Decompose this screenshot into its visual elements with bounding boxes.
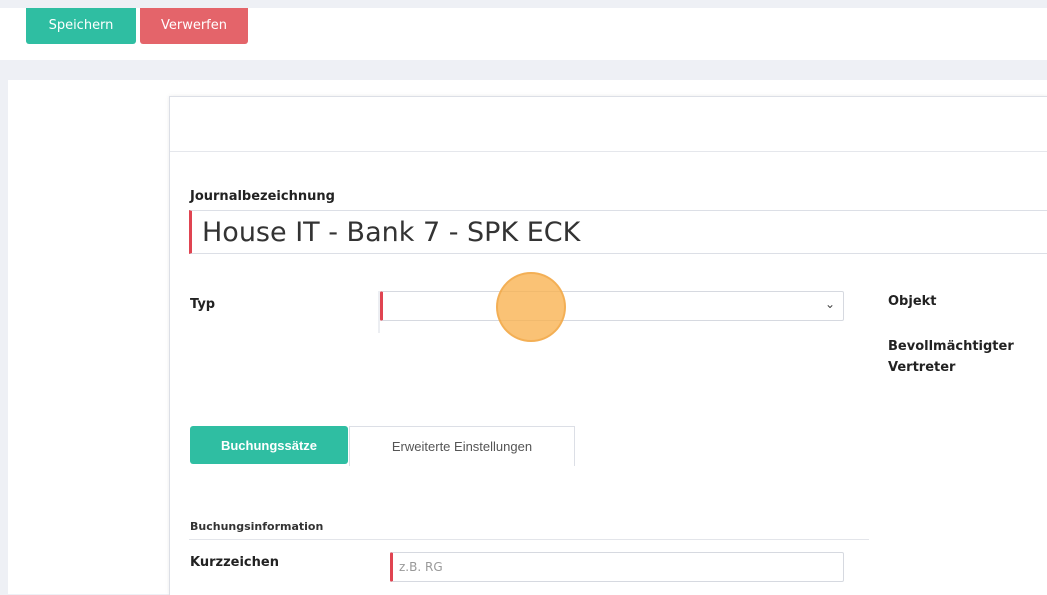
save-button[interactable]: Speichern — [26, 8, 136, 44]
form-sheet: Journalbezeichnung House IT - Bank 7 - S… — [169, 96, 1047, 595]
object-label: Objekt — [888, 294, 937, 309]
booking-section-title: Buchungsinformation — [190, 520, 324, 533]
section-divider — [189, 539, 869, 540]
control-panel: Speichern Verwerfen — [0, 8, 1047, 60]
shortcode-input[interactable] — [390, 552, 844, 582]
representative-label: Bevollmächtigter Vertreter — [888, 339, 1014, 375]
discard-button[interactable]: Verwerfen — [140, 8, 248, 44]
tab-erweiterte-einstellungen[interactable]: Erweiterte Einstellungen — [349, 426, 575, 466]
journal-name-label: Journalbezeichnung — [190, 189, 335, 204]
type-label: Typ — [190, 297, 216, 312]
journal-name-input[interactable]: House IT - Bank 7 - SPK ECK — [189, 210, 1047, 254]
chevron-down-icon: ⌄ — [824, 297, 835, 311]
shortcode-label: Kurzzeichen — [190, 555, 279, 570]
type-select[interactable]: ⌄ — [380, 291, 844, 321]
tab-buchungssaetze[interactable]: Buchungssätze — [190, 426, 348, 464]
sheet-header-divider — [170, 151, 1047, 152]
